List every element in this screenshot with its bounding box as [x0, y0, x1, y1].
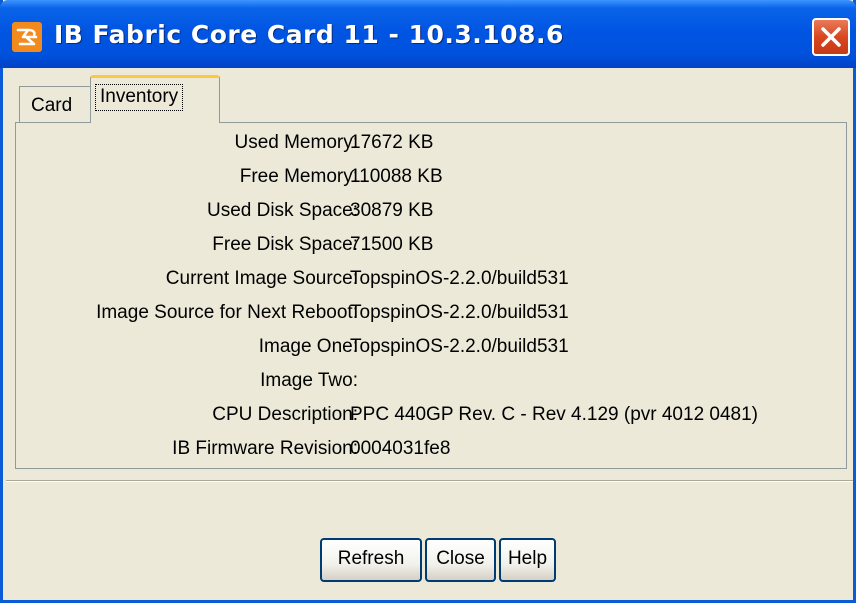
info-row: Free Disk Space: 71500 KB [16, 234, 846, 264]
info-value: 0004031fe8 [350, 438, 451, 459]
close-window-button[interactable] [812, 18, 850, 56]
info-value: TopspinOS-2.2.0/build531 [350, 268, 569, 289]
topspin-logo-icon [12, 22, 42, 52]
inventory-panel: Used Memory: 17672 KB Free Memory: 11008… [15, 122, 847, 469]
info-row: Image One: TopspinOS-2.2.0/build531 [16, 336, 846, 366]
info-value: 71500 KB [350, 234, 434, 255]
info-row: Image Two: [16, 370, 846, 400]
close-x-icon [821, 27, 841, 47]
info-label: Free Disk Space: [212, 234, 358, 255]
tab-card[interactable]: Card [19, 86, 91, 122]
info-label: Current Image Source: [165, 268, 358, 289]
title-bar[interactable]: IB Fabric Core Card 11 - 10.3.108.6 [0, 0, 856, 68]
info-row: IB Firmware Revision: 0004031fe8 [16, 438, 846, 468]
info-row: Free Memory: 110088 KB [16, 166, 846, 196]
info-label: CPU Description: [212, 404, 358, 425]
info-label: IB Firmware Revision: [172, 438, 358, 459]
info-value: 110088 KB [350, 166, 443, 187]
info-label: Image One: [258, 336, 358, 357]
window-title: IB Fabric Core Card 11 - 10.3.108.6 [54, 20, 564, 49]
info-label: Used Memory: [234, 132, 358, 153]
info-row: Current Image Source: TopspinOS-2.2.0/bu… [16, 268, 846, 298]
divider [6, 480, 853, 482]
info-value: PPC 440GP Rev. C - Rev 4.129 (pvr 4012 0… [350, 404, 759, 425]
info-value: TopspinOS-2.2.0/build531 [350, 336, 569, 357]
refresh-button[interactable]: Refresh [320, 538, 422, 582]
info-row: Image Source for Next Reboot: TopspinOS-… [16, 302, 846, 332]
dialog-window: IB Fabric Core Card 11 - 10.3.108.6 Card… [0, 0, 856, 603]
tab-strip: Card Inventory [17, 72, 837, 123]
info-row: Used Memory: 17672 KB [16, 132, 846, 162]
info-value: TopspinOS-2.2.0/build531 [350, 302, 569, 323]
info-label: Image Two: [260, 370, 358, 391]
info-value: 30879 KB [350, 200, 434, 221]
info-row: CPU Description: PPC 440GP Rev. C - Rev … [16, 404, 846, 434]
info-label: Image Source for Next Reboot: [96, 302, 358, 323]
help-button[interactable]: Help [499, 538, 556, 582]
info-row: Used Disk Space: 30879 KB [16, 200, 846, 230]
info-label: Used Disk Space: [206, 200, 358, 221]
info-value: 17672 KB [350, 132, 434, 153]
close-button[interactable]: Close [425, 538, 496, 582]
tab-card-label: Card [31, 95, 73, 116]
info-label: Free Memory: [239, 166, 358, 187]
tab-inventory[interactable]: Inventory [90, 75, 220, 123]
tab-inventory-label: Inventory [95, 84, 184, 111]
